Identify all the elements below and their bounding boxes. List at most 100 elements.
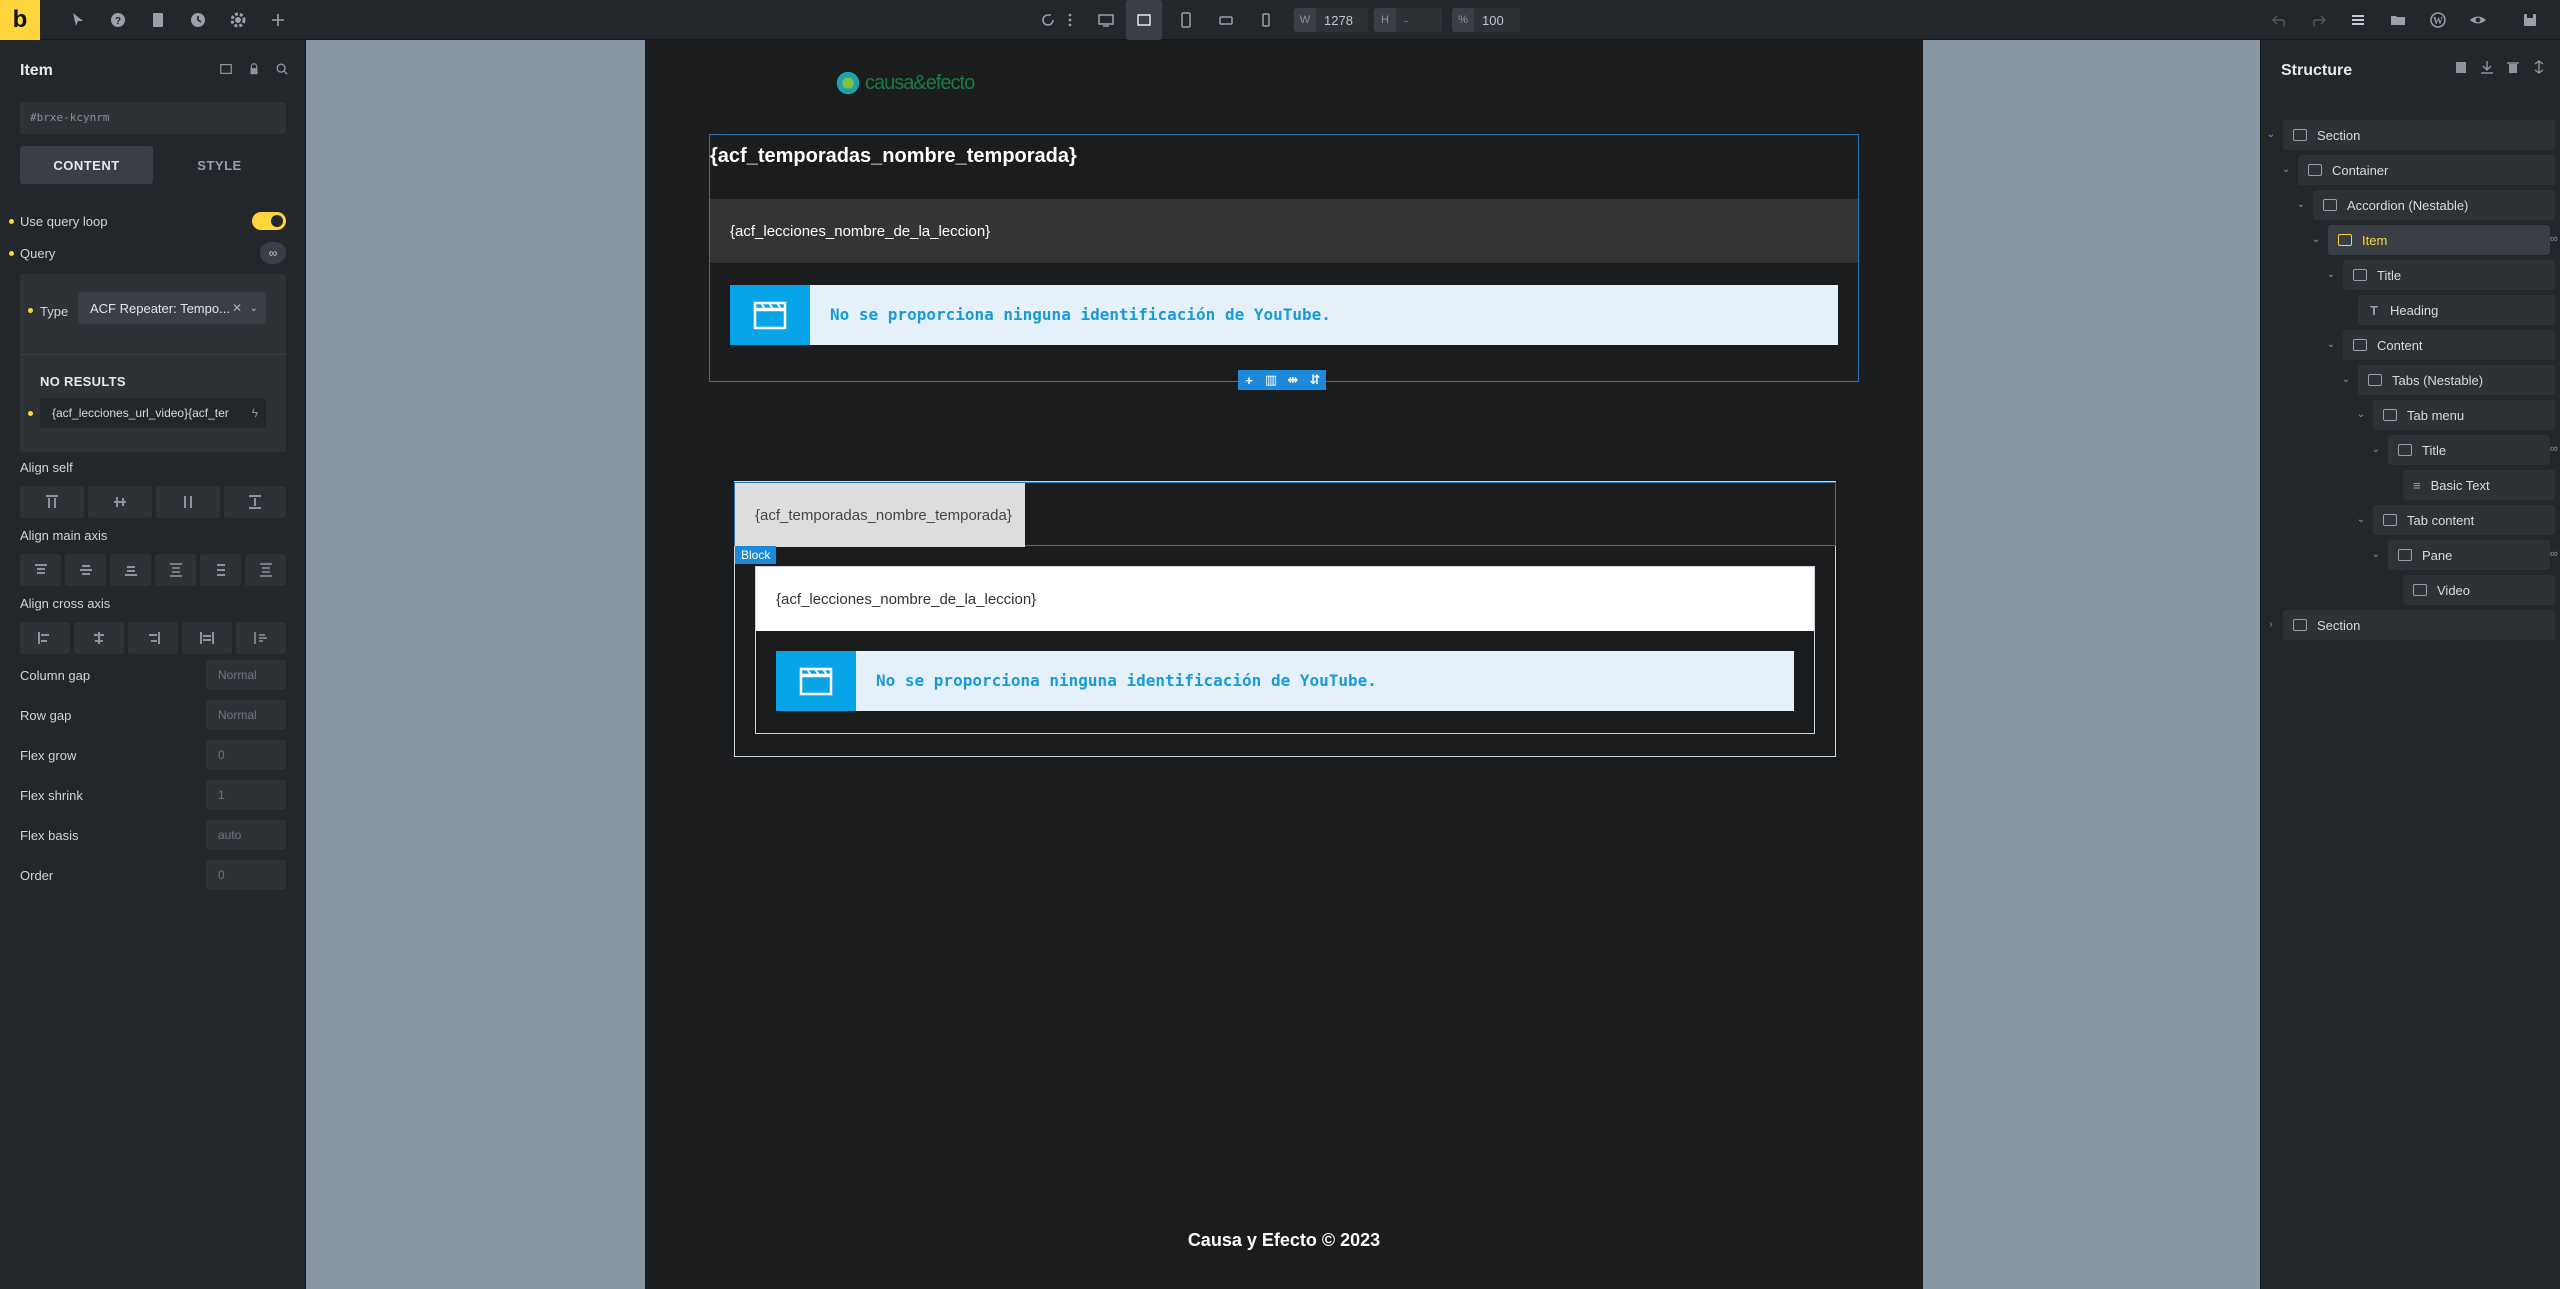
tree-node-container[interactable]: Container — [2298, 155, 2555, 185]
laptop-breakpoint-icon[interactable] — [1126, 0, 1162, 40]
lock-icon[interactable] — [245, 60, 263, 78]
justify-around-icon[interactable] — [200, 554, 241, 586]
tab-menu[interactable]: {acf_temporadas_nombre_temporada} — [734, 482, 1836, 547]
pages-icon[interactable] — [146, 8, 170, 32]
chevron-down-icon[interactable]: ⌄ — [2340, 373, 2352, 385]
tree-node-section-2[interactable]: Section — [2283, 610, 2555, 640]
flex-shrink-input[interactable]: 1 — [206, 780, 286, 810]
accordion-title[interactable]: {acf_temporadas_nombre_temporada} — [710, 145, 1077, 168]
column-gap-input[interactable]: Normal — [206, 660, 286, 690]
folder-icon[interactable] — [2386, 8, 2410, 32]
site-logo[interactable]: causa&efecto — [835, 70, 975, 96]
search-icon[interactable] — [273, 60, 291, 78]
align-self-start-icon[interactable] — [20, 486, 84, 518]
columns-icon[interactable]: ▥ — [1260, 370, 1282, 390]
justify-end-icon[interactable] — [110, 554, 151, 586]
trash-icon[interactable] — [2506, 60, 2520, 79]
flex-basis-input[interactable]: auto — [206, 820, 286, 850]
tree-node-section[interactable]: Section — [2283, 120, 2555, 150]
tree-node-title[interactable]: Title — [2343, 260, 2555, 290]
mobile-portrait-icon[interactable] — [1254, 8, 1278, 32]
class-icon[interactable] — [217, 60, 235, 78]
help-icon[interactable]: ? — [106, 8, 130, 32]
accordion-item[interactable]: {acf_temporadas_nombre_temporada} {acf_l… — [709, 134, 1859, 382]
move-vertical-icon[interactable]: ⇵ — [1304, 370, 1326, 390]
chevron-down-icon[interactable]: ⌄ — [250, 303, 258, 314]
tree-node-heading[interactable]: T Heading — [2358, 295, 2555, 325]
tab-pane[interactable]: {acf_lecciones_nombre_de_la_leccion} No … — [755, 566, 1815, 734]
chevron-down-icon[interactable]: ⌄ — [2355, 408, 2367, 420]
download-icon[interactable] — [2480, 60, 2494, 79]
settings-gear-icon[interactable] — [226, 8, 250, 32]
history-icon[interactable] — [186, 8, 210, 32]
save-icon[interactable] — [2518, 8, 2542, 32]
undo-icon[interactable] — [2268, 8, 2292, 32]
tree-node-item[interactable]: Item — [2328, 225, 2550, 255]
tree-node-pane[interactable]: Pane — [2388, 540, 2550, 570]
add-icon[interactable] — [266, 8, 290, 32]
video-placeholder[interactable]: No se proporciona ninguna identificación… — [730, 285, 1838, 345]
order-input[interactable]: 0 — [206, 860, 286, 890]
tablet-portrait-icon[interactable] — [1174, 8, 1198, 32]
justify-between-icon[interactable] — [155, 554, 196, 586]
chevron-down-icon[interactable]: ⌄ — [2370, 548, 2382, 560]
add-element-icon[interactable]: + — [1238, 370, 1260, 390]
chevron-down-icon[interactable]: ⌄ — [2355, 513, 2367, 525]
align-items-center-icon[interactable] — [74, 622, 124, 654]
preview-eye-icon[interactable] — [2466, 8, 2490, 32]
tabs-nestable[interactable]: {acf_temporadas_nombre_temporada} Block … — [734, 481, 1836, 757]
pane-video-placeholder[interactable]: No se proporciona ninguna identificación… — [776, 651, 1794, 711]
tree-node-basic-text[interactable]: ≡ Basic Text — [2403, 470, 2555, 500]
chevron-down-icon[interactable]: ⌄ — [2295, 198, 2307, 210]
tree-node-content[interactable]: Content — [2343, 330, 2555, 360]
use-query-loop-toggle[interactable] — [252, 212, 286, 230]
chevron-down-icon[interactable]: ⌄ — [2280, 163, 2292, 175]
zoom-field[interactable]: % 100 — [1452, 8, 1520, 32]
dynamic-data-bolt-icon[interactable]: ϟ — [252, 398, 258, 428]
clipboard-icon[interactable] — [2454, 60, 2468, 79]
more-vertical-icon[interactable] — [1058, 8, 1082, 32]
tab-content[interactable]: CONTENT — [20, 146, 153, 184]
pane-title[interactable]: {acf_lecciones_nombre_de_la_leccion} — [756, 567, 1814, 631]
wordpress-icon[interactable]: W — [2426, 8, 2450, 32]
query-link-icon[interactable]: ∞ — [260, 242, 286, 264]
mobile-landscape-icon[interactable] — [1214, 8, 1238, 32]
tree-node-accordion[interactable]: Accordion (Nestable) — [2313, 190, 2555, 220]
desktop-breakpoint-icon[interactable] — [1094, 8, 1118, 32]
tree-node-video[interactable]: Video — [2403, 575, 2555, 605]
align-items-stretch-icon[interactable] — [182, 622, 232, 654]
row-gap-input[interactable]: Normal — [206, 700, 286, 730]
justify-evenly-icon[interactable] — [245, 554, 286, 586]
chevron-down-icon[interactable]: ⌄ — [2370, 443, 2382, 455]
align-items-end-icon[interactable] — [128, 622, 178, 654]
chevron-right-icon[interactable]: › — [2265, 618, 2277, 630]
collapse-icon[interactable] — [2532, 60, 2546, 79]
structure-toggle-icon[interactable] — [2346, 8, 2370, 32]
refresh-icon[interactable] — [1036, 8, 1060, 32]
align-self-center-icon[interactable] — [88, 486, 152, 518]
chevron-down-icon[interactable]: ⌄ — [2325, 338, 2337, 350]
justify-start-icon[interactable] — [20, 554, 61, 586]
tab-style[interactable]: STYLE — [153, 146, 286, 184]
chevron-down-icon[interactable]: ⌄ — [2325, 268, 2337, 280]
chevron-down-icon[interactable]: ⌄ — [2265, 128, 2277, 140]
move-horizontal-icon[interactable]: ⇹ — [1282, 370, 1304, 390]
tab-title[interactable]: {acf_temporadas_nombre_temporada} — [735, 483, 1025, 547]
element-id-field[interactable]: #brxe-kcynrm — [20, 102, 286, 134]
height-field[interactable]: H- — [1374, 8, 1442, 32]
align-items-baseline-icon[interactable] — [236, 622, 286, 654]
tree-node-tabs[interactable]: Tabs (Nestable) — [2358, 365, 2555, 395]
redo-icon[interactable] — [2306, 8, 2330, 32]
tree-node-tab-content[interactable]: Tab content — [2373, 505, 2555, 535]
align-items-start-icon[interactable] — [20, 622, 70, 654]
cursor-icon[interactable] — [66, 8, 90, 32]
justify-center-icon[interactable] — [65, 554, 106, 586]
align-self-end-icon[interactable] — [156, 486, 220, 518]
clear-icon[interactable]: ✕ — [232, 301, 242, 315]
width-field[interactable]: W 1278 — [1294, 8, 1368, 32]
chevron-down-icon[interactable]: ⌄ — [2310, 233, 2322, 245]
query-input[interactable]: {acf_lecciones_url_video}{acf_ter ϟ — [40, 398, 266, 428]
type-select[interactable]: ACF Repeater: Tempo... ✕ ⌄ — [78, 292, 266, 324]
builder-logo[interactable]: b — [0, 0, 40, 40]
flex-grow-input[interactable]: 0 — [206, 740, 286, 770]
